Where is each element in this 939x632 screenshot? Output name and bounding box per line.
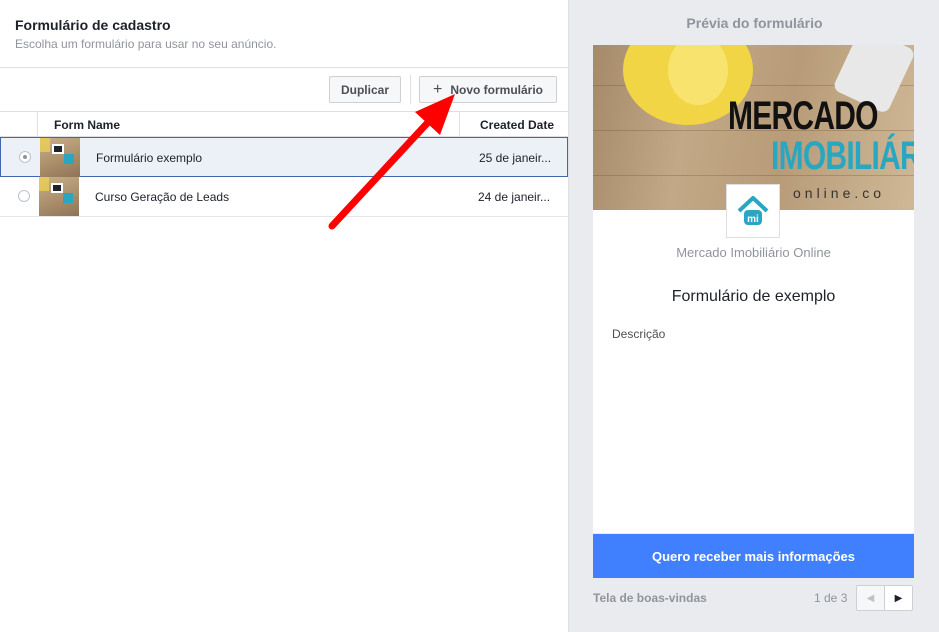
cta-button[interactable]: Quero receber mais informações	[593, 534, 914, 578]
form-preview-panel: Prévia do formulário MERCADO IMOBILIÁR o…	[570, 0, 939, 632]
select-column-header	[0, 112, 38, 137]
form-description: Descrição	[612, 327, 666, 341]
form-list-panel: Formulário de cadastro Escolha um formul…	[0, 0, 569, 632]
created-date-cell: 25 de janeir...	[479, 151, 552, 165]
table-row[interactable]: Formulário exemplo 25 de janeir...	[0, 137, 568, 177]
next-page-button[interactable]: ▶	[884, 585, 913, 611]
chevron-right-icon: ▶	[894, 592, 903, 604]
created-date-cell: 24 de janeir...	[478, 190, 551, 204]
duplicate-button[interactable]: Duplicar	[329, 76, 401, 103]
svg-text:mi: mi	[747, 214, 759, 225]
column-divider	[459, 112, 460, 137]
page-name: Mercado Imobiliário Online	[676, 245, 831, 260]
form-title: Formulário de exemplo	[671, 288, 836, 305]
toolbar-divider	[410, 75, 411, 104]
previous-page-button[interactable]: ◀	[856, 585, 885, 611]
column-header-created-date[interactable]: Created Date	[480, 118, 554, 132]
page-indicator: 1 de 3	[814, 591, 848, 605]
table-header: Form Name Created Date	[0, 112, 568, 137]
new-form-label: Novo formulário	[450, 82, 543, 97]
form-thumbnail	[39, 177, 79, 216]
page-avatar: mi	[726, 184, 780, 238]
chevron-left-icon: ◀	[866, 592, 875, 604]
panel-subtitle: Escolha um formulário para usar no seu a…	[15, 37, 277, 51]
preview-title: Prévia do formulário	[686, 15, 823, 31]
screen-label: Tela de boas-vindas	[593, 591, 707, 605]
house-logo-icon: mi	[737, 196, 769, 225]
panel-title: Formulário de cadastro	[15, 17, 171, 33]
preview-card: MERCADO IMOBILIÁR online.co mi Mercado I…	[593, 45, 914, 533]
row-radio[interactable]	[18, 190, 30, 202]
table-row[interactable]: Curso Geração de Leads 24 de janeir...	[0, 177, 568, 217]
form-name-cell: Formulário exemplo	[96, 151, 203, 165]
toolbar: Duplicar + Novo formulário	[0, 68, 568, 112]
row-radio[interactable]	[19, 151, 31, 163]
plus-icon: +	[432, 80, 443, 98]
form-thumbnail	[40, 138, 80, 177]
form-name-cell: Curso Geração de Leads	[95, 190, 230, 204]
new-form-button[interactable]: + Novo formulário	[419, 76, 557, 103]
column-header-form-name[interactable]: Form Name	[54, 118, 120, 132]
panel-header: Formulário de cadastro Escolha um formul…	[0, 0, 568, 68]
